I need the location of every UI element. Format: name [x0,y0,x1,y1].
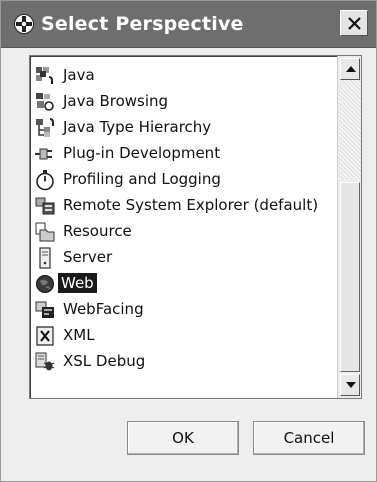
plugin-icon [34,143,56,165]
list-item-web[interactable]: Web [32,270,332,296]
cancel-button[interactable]: Cancel [253,421,365,455]
list-item-label: Plug-in Development [63,144,221,162]
resource-folder-icon [34,221,56,243]
perspective-list[interactable]: Java Java Browsing Java Type Hierarchy P… [29,55,362,399]
remote-system-icon [34,195,56,217]
ok-button[interactable]: OK [127,421,239,455]
list-item-resource[interactable]: Resource [32,218,332,244]
stopwatch-icon [34,169,56,191]
list-item-java-browsing[interactable]: Java Browsing [32,88,332,114]
xml-icon [34,325,56,347]
open-perspective-icon [13,13,35,35]
select-perspective-dialog: Select Perspective Java Java Browsing Ja… [0,0,377,482]
title-bar[interactable]: Select Perspective [1,1,376,48]
list-item-xml[interactable]: XML [32,322,332,348]
list-item-profiling-and-logging[interactable]: Profiling and Logging [32,166,332,192]
type-hierarchy-icon [34,117,56,139]
list-item-label: Resource [63,222,132,240]
list-item-label: Java Type Hierarchy [63,118,212,136]
arrow-down-icon [346,382,356,388]
dialog-title: Select Perspective [41,13,244,35]
list-item-label: Web [58,273,97,293]
list-item-server[interactable]: Server [32,244,332,270]
list-item-xsl-debug[interactable]: XSL Debug [32,348,332,374]
xsl-debug-icon [34,351,56,373]
scroll-up-button[interactable] [340,58,360,80]
list-item-java[interactable]: Java [32,62,332,88]
list-item-label: Remote System Explorer (default) [63,196,319,214]
list-item-label: Java Browsing [63,92,169,110]
list-item-label: Java [63,66,95,84]
list-item-label: Server [63,248,113,266]
list-item-label: Profiling and Logging [63,170,221,188]
list-item-label: XML [63,326,95,344]
java-browsing-icon [34,91,56,113]
list-item-plug-in-development[interactable]: Plug-in Development [32,140,332,166]
webfacing-icon [34,299,56,321]
scrollbar-thumb[interactable] [340,182,360,372]
perspective-list-items: Java Java Browsing Java Type Hierarchy P… [30,56,336,398]
scrollbar-track[interactable] [339,80,361,180]
list-item-label: WebFacing [63,300,144,318]
close-icon [348,17,361,30]
scroll-down-button[interactable] [340,374,360,396]
java-perspective-icon [34,65,56,87]
server-icon [34,247,56,269]
list-item-java-type-hierarchy[interactable]: Java Type Hierarchy [32,114,332,140]
globe-icon [34,273,56,295]
list-item-webfacing[interactable]: WebFacing [32,296,332,322]
vertical-scrollbar[interactable] [337,56,361,398]
list-item-remote-system-explorer[interactable]: Remote System Explorer (default) [32,192,332,218]
list-item-label: XSL Debug [63,352,146,370]
close-button[interactable] [340,10,368,36]
arrow-up-icon [346,66,356,72]
